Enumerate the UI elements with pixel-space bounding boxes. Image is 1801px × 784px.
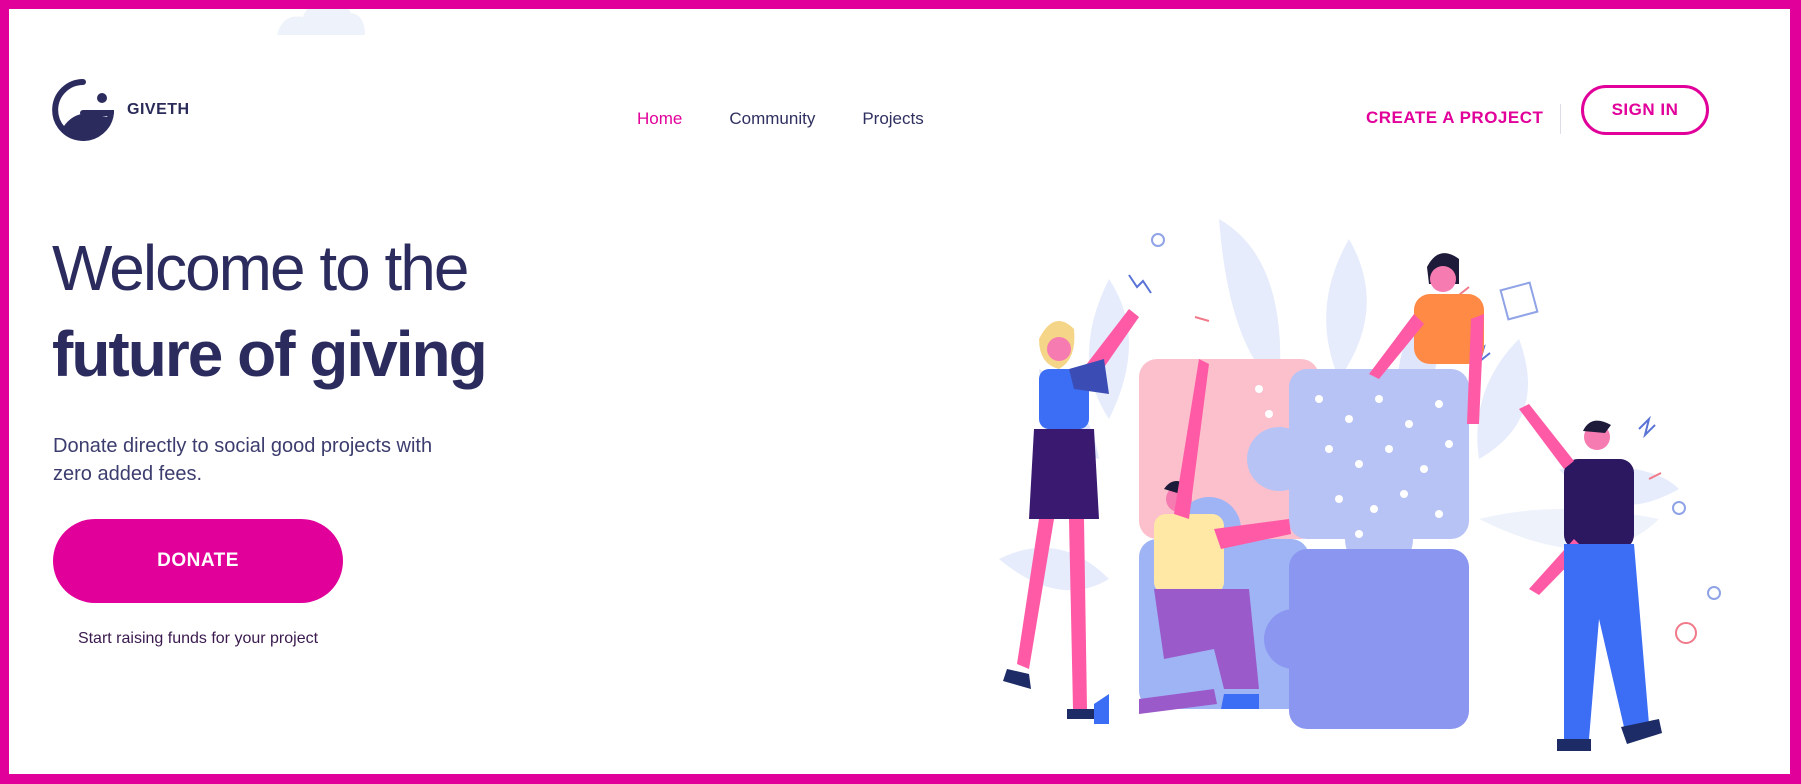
nav-home[interactable]: Home (637, 109, 682, 129)
hero-subtitle: Donate directly to social good projects … (53, 435, 433, 485)
brand-name: GIVETH (127, 101, 190, 118)
people-solving-puzzle-illustration (999, 219, 1721, 751)
raise-funds-link[interactable]: Start raising funds for your project (53, 630, 343, 648)
hero-title-line-1: Welcome to the (52, 232, 469, 304)
nav-projects[interactable]: Projects (862, 109, 923, 129)
man-on-right (1519, 404, 1662, 751)
brand-logo[interactable]: GIVETH (52, 79, 190, 141)
hero-title-line-2: future of giving (52, 318, 488, 390)
nav-community[interactable]: Community (729, 109, 815, 129)
cloud-decoration (277, 9, 365, 35)
giveth-logo-icon (52, 79, 114, 141)
donate-button[interactable]: DONATE (53, 519, 343, 603)
main-nav: Home Community Projects (637, 109, 971, 129)
header-divider (1560, 104, 1561, 134)
sign-in-button[interactable]: SIGN IN (1581, 85, 1709, 135)
page: GIVETH Home Community Projects CREATE A … (9, 9, 1790, 774)
create-project-button[interactable]: CREATE A PROJECT (1366, 108, 1543, 128)
